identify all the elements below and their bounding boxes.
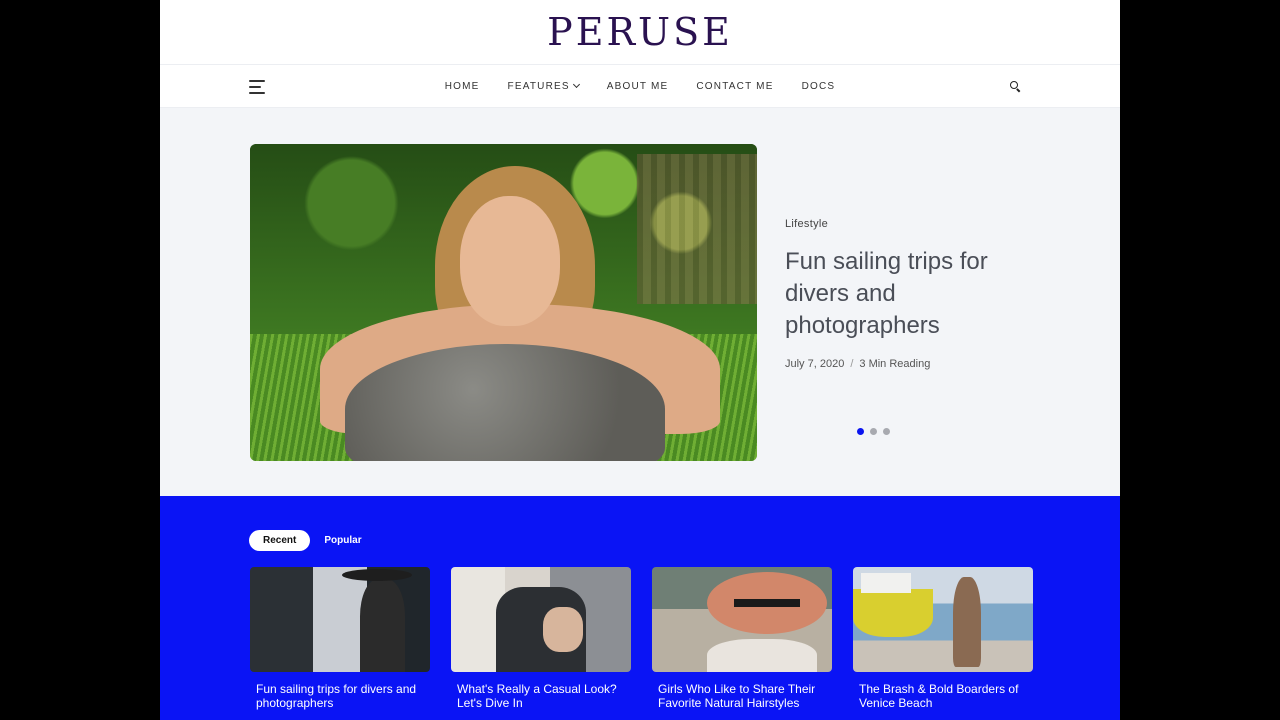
nav-item-label: DOCS [801,80,836,92]
post-thumbnail[interactable] [853,567,1033,672]
post-cards: Fun sailing trips for divers and photogr… [250,567,1033,710]
nav-links: HOME FEATURES ABOUT ME CONTACT ME DOCS [445,81,836,92]
post-title[interactable]: Girls Who Like to Share Their Favorite N… [652,682,832,710]
nav-item-label: CONTACT ME [696,80,774,92]
slider-dots [857,428,890,435]
slider-dot-1[interactable] [857,428,864,435]
main-nav: HOME FEATURES ABOUT ME CONTACT ME DOCS [160,65,1120,108]
nav-item-contact-me[interactable]: CONTACT ME [696,81,773,92]
post-card[interactable]: Fun sailing trips for divers and photogr… [250,567,430,710]
slider-dot-2[interactable] [870,428,877,435]
chevron-down-icon [572,80,580,89]
nav-item-label: FEATURES [507,80,570,92]
post-card[interactable]: The Brash & Bold Boarders of Venice Beac… [853,567,1033,710]
post-title[interactable]: Fun sailing trips for divers and photogr… [250,682,430,710]
page: PERUSE HOME FEATURES ABOUT ME CONTACT ME… [160,0,1120,720]
hero-date: July 7, 2020 [785,358,845,370]
hero-reading-time: 3 Min Reading [859,358,931,370]
slider-dot-3[interactable] [883,428,890,435]
post-title[interactable]: What's Really a Casual Look? Let's Dive … [451,682,631,710]
nav-item-about-me[interactable]: ABOUT ME [607,81,669,92]
hero-image[interactable] [250,144,757,461]
nav-item-label: HOME [444,80,480,92]
hero-text: Lifestyle Fun sailing trips for divers a… [785,218,1045,370]
hero-title[interactable]: Fun sailing trips for divers and photogr… [785,246,1045,342]
tab-recent[interactable]: Recent [249,530,311,551]
post-thumbnail[interactable] [652,567,832,672]
search-icon[interactable] [1010,81,1021,93]
nav-item-docs[interactable]: DOCS [802,81,836,92]
post-thumbnail[interactable] [451,567,631,672]
posts-section: Recent Popular Fun sailing trips for div… [160,496,1120,720]
hamburger-menu-icon[interactable] [249,80,265,94]
posts-tabs: Recent Popular [249,530,376,551]
site-header: PERUSE HOME FEATURES ABOUT ME CONTACT ME… [160,0,1120,108]
nav-item-home[interactable]: HOME [445,81,480,92]
site-logo[interactable]: PERUSE [547,10,733,54]
nav-item-features[interactable]: FEATURES [507,80,580,92]
hero-slider: Lifestyle Fun sailing trips for divers a… [160,108,1120,496]
nav-item-label: ABOUT ME [606,80,669,92]
meta-separator: / [850,358,854,370]
hero-meta: July 7, 2020 / 3 Min Reading [785,358,1045,370]
post-thumbnail[interactable] [250,567,430,672]
logo-bar: PERUSE [160,0,1120,65]
post-card[interactable]: What's Really a Casual Look? Let's Dive … [451,567,631,710]
post-title[interactable]: The Brash & Bold Boarders of Venice Beac… [853,682,1033,710]
tab-popular[interactable]: Popular [324,530,375,551]
post-card[interactable]: Girls Who Like to Share Their Favorite N… [652,567,832,710]
hero-category-link[interactable]: Lifestyle [785,218,1045,230]
